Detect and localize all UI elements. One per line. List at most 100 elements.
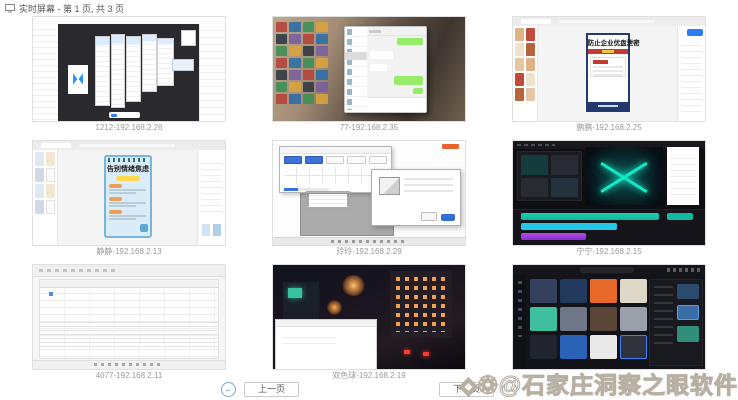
poster-text-box bbox=[590, 57, 626, 77]
design-frame bbox=[142, 34, 157, 92]
screen-thumbnail-4[interactable]: 告别情绪焦虑 bbox=[32, 140, 226, 246]
desktop-icon bbox=[303, 22, 314, 32]
screen-thumbnail-1[interactable] bbox=[32, 16, 226, 122]
design-card bbox=[172, 59, 194, 71]
table-header-band bbox=[40, 280, 219, 289]
chat-bubble-outgoing bbox=[394, 76, 423, 85]
panel-controls bbox=[681, 40, 703, 118]
style-option bbox=[369, 156, 387, 164]
chat-bubble-incoming bbox=[370, 64, 386, 71]
notebook-spiral bbox=[108, 158, 148, 162]
poster-sections bbox=[106, 184, 150, 220]
template-card bbox=[515, 73, 524, 86]
next-page-button[interactable]: 下一页 bbox=[439, 382, 494, 397]
media-thumbnail bbox=[620, 307, 647, 331]
template-card bbox=[35, 184, 44, 198]
template-card bbox=[515, 58, 524, 71]
poster-sticker bbox=[140, 224, 148, 232]
editor-canvas: 防止企业优盘泄密 bbox=[538, 26, 678, 121]
chat-input-area bbox=[367, 97, 426, 111]
screen-cell-8: 双色球-192.168.2.19 bbox=[272, 264, 466, 381]
template-card bbox=[46, 184, 55, 198]
chat-contact-list bbox=[345, 27, 368, 111]
window-title: 实时屏幕 - 第 1 页, 共 3 页 bbox=[19, 2, 124, 15]
tail-light bbox=[423, 352, 429, 356]
table-dense-rows bbox=[40, 322, 219, 347]
editor-topbar bbox=[513, 265, 705, 275]
media-thumbnail bbox=[590, 335, 617, 359]
screen-thumbnail-8[interactable] bbox=[272, 264, 466, 370]
template-card bbox=[35, 168, 44, 182]
image-placeholder bbox=[379, 177, 400, 196]
editor-right-panel bbox=[197, 150, 225, 245]
screen-cell-2: 77-192.168.2.35 bbox=[272, 16, 466, 133]
chat-bubble-outgoing bbox=[413, 88, 424, 94]
screen-cell-4: 告别情绪焦虑 静静-192.168.2.13 bbox=[32, 140, 226, 257]
editor-right-panel bbox=[677, 26, 705, 121]
media-clip bbox=[551, 178, 578, 197]
text-line bbox=[109, 215, 146, 217]
chat-selected-contact bbox=[345, 52, 367, 60]
style-option-selected bbox=[305, 156, 323, 164]
poster-body bbox=[588, 54, 629, 102]
design-frame bbox=[111, 34, 126, 109]
clips-panel bbox=[649, 279, 703, 366]
neon-sign bbox=[288, 288, 301, 298]
video-preview bbox=[586, 147, 663, 205]
text-line bbox=[109, 218, 136, 220]
template-card bbox=[515, 28, 524, 41]
template-strip bbox=[513, 26, 538, 121]
style-option bbox=[326, 156, 344, 164]
desktop-icon bbox=[276, 22, 287, 32]
cancel-button bbox=[421, 212, 437, 221]
screen-thumbnail-2[interactable] bbox=[272, 16, 466, 122]
media-clip bbox=[521, 178, 548, 197]
screen-thumbnail-6[interactable] bbox=[512, 140, 706, 246]
screen-label-1: 1212-192.168.2.26 bbox=[32, 122, 226, 133]
media-thumbnail bbox=[530, 279, 557, 303]
preview-dialog bbox=[371, 169, 461, 226]
primary-action-button bbox=[687, 29, 703, 36]
design-app-left-panel bbox=[33, 24, 59, 121]
desktop-icon bbox=[289, 22, 300, 32]
screen-thumbnail-9[interactable] bbox=[512, 264, 706, 370]
prev-arrow-icon[interactable]: ← bbox=[221, 382, 236, 397]
template-card bbox=[526, 58, 535, 71]
prev-page-button[interactable]: 上一页 bbox=[244, 382, 299, 397]
media-thumbnail bbox=[620, 279, 647, 303]
lantern-glow bbox=[342, 275, 365, 296]
template-card bbox=[46, 200, 55, 214]
poster-text-lines bbox=[593, 66, 623, 77]
screen-thumbnail-7[interactable] bbox=[32, 264, 226, 370]
usb-security-poster: 防止企业优盘泄密 bbox=[586, 33, 631, 112]
screen-cell-3: 防止企业优盘泄密 bbox=[512, 16, 706, 133]
dialog-text-lines bbox=[404, 178, 453, 195]
screen-label-2: 77-192.168.2.35 bbox=[272, 122, 466, 133]
color-swatch bbox=[213, 224, 221, 235]
screen-thumbnail-5[interactable] bbox=[272, 140, 466, 246]
template-strip bbox=[33, 150, 58, 245]
desktop-icon bbox=[276, 46, 287, 56]
monitor-icon bbox=[5, 4, 15, 13]
screen-thumbnail-3[interactable]: 防止企业优盘泄密 bbox=[512, 16, 706, 122]
media-thumbnail bbox=[560, 307, 587, 331]
media-library-grid bbox=[530, 279, 647, 366]
panel-controls bbox=[201, 158, 223, 217]
chat-window bbox=[344, 26, 427, 112]
template-card bbox=[515, 43, 524, 56]
desktop-icon bbox=[276, 70, 287, 80]
taskbar bbox=[33, 360, 225, 369]
building-windows bbox=[396, 277, 445, 333]
desktop-icon bbox=[289, 70, 300, 80]
poster-footer bbox=[588, 102, 629, 110]
desktop-icon bbox=[289, 82, 300, 92]
desktop-icon bbox=[303, 82, 314, 92]
panel-controls bbox=[670, 153, 696, 200]
timeline-clip bbox=[521, 233, 586, 240]
desktop-icon bbox=[289, 46, 300, 56]
next-arrow-icon[interactable]: → bbox=[502, 382, 517, 397]
desktop-icon bbox=[289, 58, 300, 68]
chat-message-area bbox=[367, 27, 426, 111]
desktop-icon bbox=[276, 94, 287, 104]
design-app-canvas bbox=[58, 24, 200, 121]
